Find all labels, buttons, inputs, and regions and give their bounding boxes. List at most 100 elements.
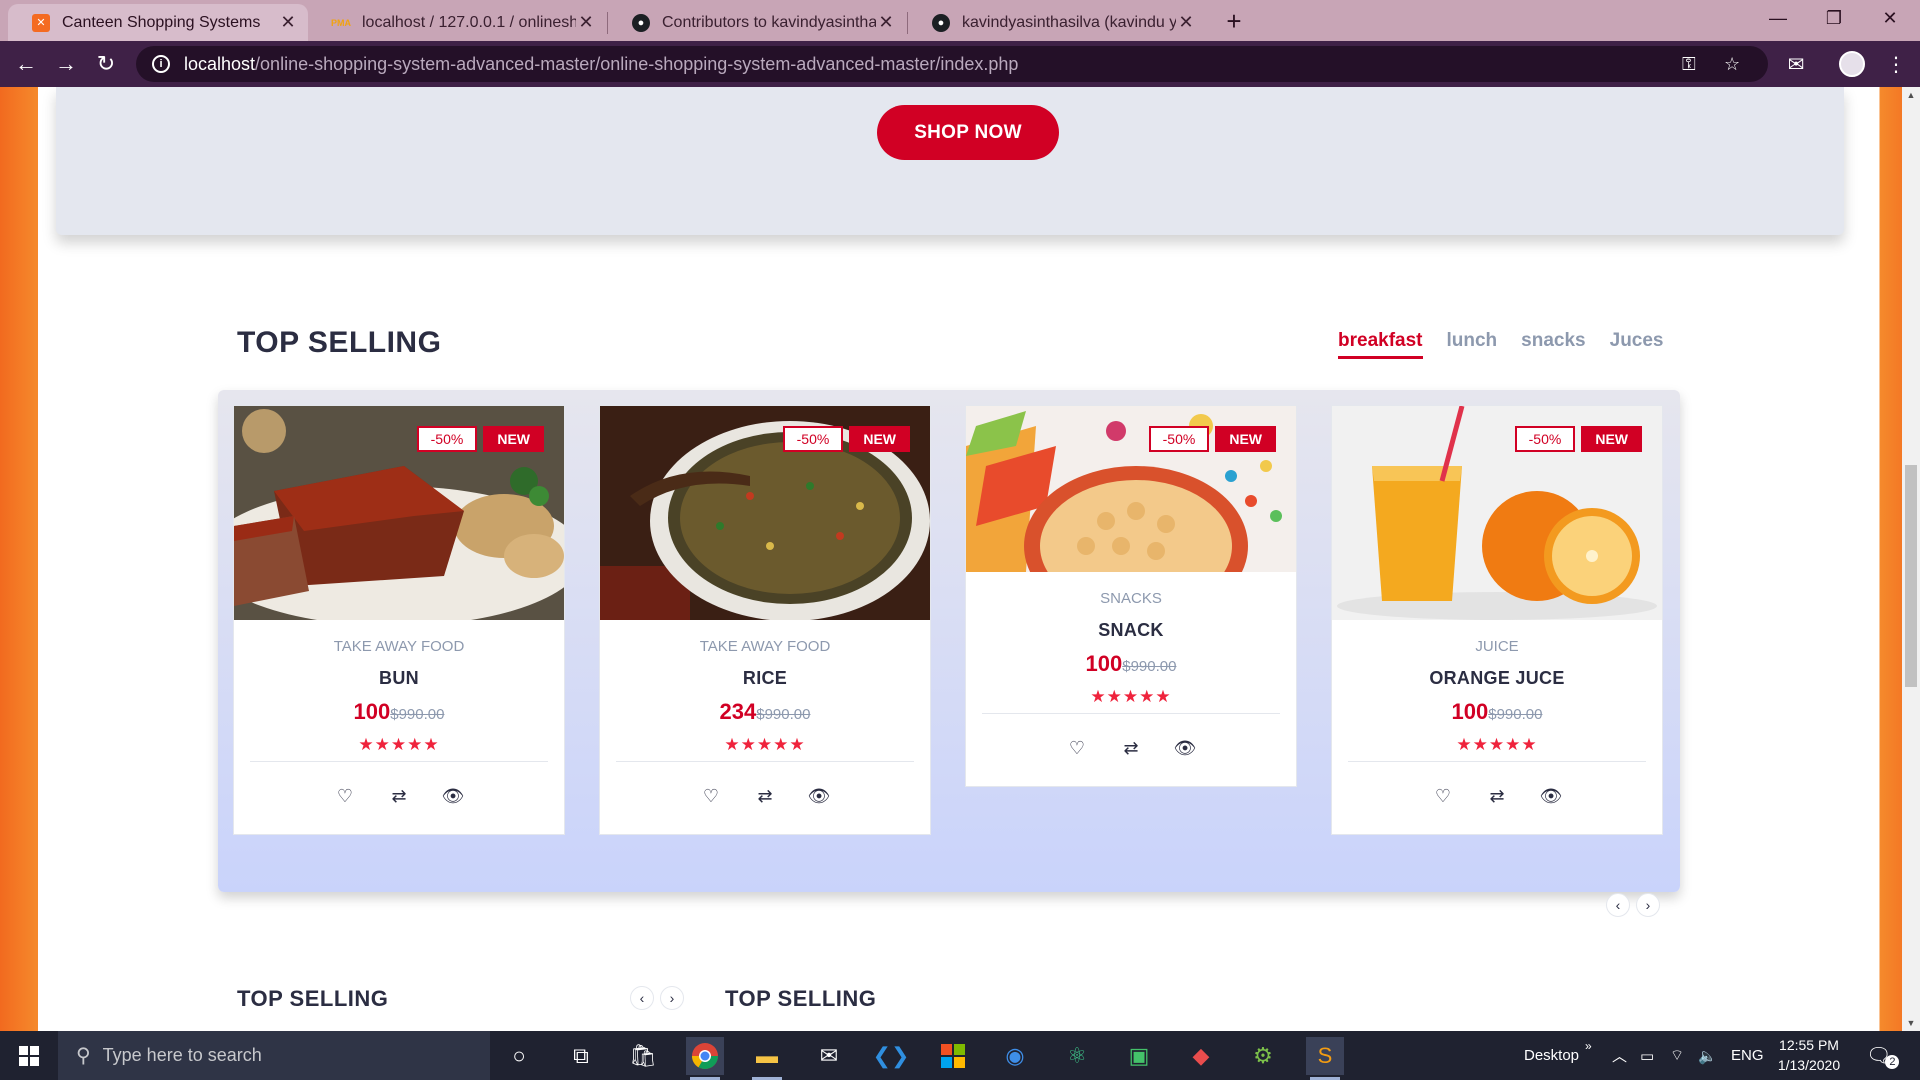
product-price: 234$990.00 bbox=[616, 699, 914, 725]
terminal-app-icon[interactable]: ▣ bbox=[1120, 1037, 1158, 1075]
minimize-icon[interactable]: — bbox=[1750, 0, 1806, 36]
price-old: $990.00 bbox=[1488, 706, 1543, 723]
tab-snacks[interactable]: snacks bbox=[1521, 330, 1585, 359]
price-old: $990.00 bbox=[390, 706, 445, 723]
product-card[interactable]: -50% NEW TAKE AWAY FOOD RICE 234$990.00 … bbox=[600, 406, 930, 834]
mail-icon[interactable]: ✉ bbox=[810, 1037, 848, 1075]
shop-now-button[interactable]: SHOP NOW bbox=[877, 105, 1059, 160]
notification-center-icon[interactable]: 🗨 2 bbox=[1866, 1031, 1900, 1080]
close-tab-icon[interactable]: ✕ bbox=[278, 12, 298, 33]
compare-arrows-icon[interactable]: ⇄ bbox=[387, 784, 411, 808]
site-info-icon[interactable]: i bbox=[152, 55, 170, 73]
eye-icon[interactable]: 👁 bbox=[1173, 736, 1197, 760]
key-icon[interactable]: ⚿ bbox=[1682, 46, 1696, 82]
chevron-left-icon[interactable]: ‹ bbox=[630, 986, 654, 1010]
product-card[interactable]: -50% NEW SNACKS SNACK 100$990.00 ★★★★★ ♡… bbox=[966, 406, 1296, 786]
product-labels: -50% NEW bbox=[1148, 426, 1276, 452]
clock[interactable]: 12:55 PM 1/13/2020 bbox=[1768, 1035, 1850, 1075]
tab-github-contributors[interactable]: ● Contributors to kavindyasinthasilva ✕ bbox=[608, 4, 906, 41]
chrome-icon[interactable] bbox=[686, 1037, 724, 1080]
language-indicator[interactable]: ENG bbox=[1731, 1031, 1764, 1080]
atom-icon[interactable]: ⚛ bbox=[1058, 1037, 1096, 1075]
tab-github-profile[interactable]: ● kavindyasinthasilva (kavindu yasi ✕ bbox=[908, 4, 1206, 41]
url-path: /online-shopping-system-advanced-master/… bbox=[255, 53, 1019, 74]
section-title: TOP SELLING bbox=[237, 326, 442, 359]
close-window-icon[interactable]: ✕ bbox=[1862, 0, 1918, 36]
forward-arrow-icon[interactable]: → bbox=[50, 48, 82, 80]
close-tab-icon[interactable]: ✕ bbox=[876, 12, 896, 33]
firefox-icon[interactable]: ◉ bbox=[996, 1037, 1034, 1075]
bookmark-star-icon[interactable]: ☆ bbox=[1724, 46, 1740, 82]
product-name[interactable]: RICE bbox=[616, 668, 914, 689]
close-tab-icon[interactable]: ✕ bbox=[576, 12, 596, 33]
git-app-icon[interactable]: ◆ bbox=[1182, 1037, 1220, 1075]
browser-tab-bar: ✕ Canteen Shopping Systems ✕ PMA localho… bbox=[0, 0, 1920, 41]
sale-badge: -50% bbox=[416, 426, 478, 452]
desktop-toolbar-label[interactable]: Desktop » bbox=[1524, 1031, 1592, 1080]
clock-time: 12:55 PM bbox=[1779, 1037, 1839, 1053]
compare-arrows-icon[interactable]: ⇄ bbox=[753, 784, 777, 808]
heart-icon[interactable]: ♡ bbox=[699, 784, 723, 808]
reload-icon[interactable]: ↻ bbox=[90, 48, 122, 80]
product-image[interactable]: -50% NEW bbox=[966, 406, 1296, 572]
close-tab-icon[interactable]: ✕ bbox=[1176, 12, 1196, 33]
chevron-right-icon[interactable]: › bbox=[660, 986, 684, 1010]
mail-extension-icon[interactable]: ✉ bbox=[1780, 48, 1812, 80]
vscode-icon[interactable]: ❮❯ bbox=[872, 1037, 910, 1075]
profile-avatar[interactable] bbox=[1836, 48, 1868, 80]
product-image[interactable]: -50% NEW bbox=[1332, 406, 1662, 620]
eye-icon[interactable]: 👁 bbox=[807, 784, 831, 808]
restore-icon[interactable]: ❐ bbox=[1806, 0, 1862, 36]
tab-canteen-shopping[interactable]: ✕ Canteen Shopping Systems ✕ bbox=[8, 4, 308, 41]
tray-overflow-icon[interactable]: ︿ bbox=[1612, 1031, 1627, 1080]
tab-juces[interactable]: Juces bbox=[1610, 330, 1664, 359]
product-name[interactable]: BUN bbox=[250, 668, 548, 689]
product-card[interactable]: -50% NEW JUICE ORANGE JUCE 100$990.00 ★★… bbox=[1332, 406, 1662, 834]
github-icon: ● bbox=[932, 13, 950, 32]
product-actions: ♡ ⇄ 👁 bbox=[600, 762, 930, 834]
menu-kebab-icon[interactable]: ⋮ bbox=[1880, 48, 1912, 80]
hero-banner: SHOP NOW bbox=[56, 87, 1844, 235]
sublime-text-icon[interactable]: S bbox=[1306, 1037, 1344, 1080]
heart-icon[interactable]: ♡ bbox=[1431, 784, 1455, 808]
file-explorer-icon[interactable]: ▬ bbox=[748, 1037, 786, 1080]
heart-icon[interactable]: ♡ bbox=[1065, 736, 1089, 760]
office-icon[interactable] bbox=[934, 1037, 972, 1075]
search-placeholder: Type here to search bbox=[102, 1045, 262, 1065]
eye-icon[interactable]: 👁 bbox=[441, 784, 465, 808]
scroll-down-arrow-icon[interactable]: ▼ bbox=[1902, 1015, 1920, 1031]
store-icon[interactable]: 🛍 bbox=[624, 1037, 662, 1075]
tab-breakfast[interactable]: breakfast bbox=[1338, 330, 1423, 359]
volume-icon[interactable]: 🔈 bbox=[1698, 1031, 1717, 1080]
chevron-left-icon[interactable]: ‹ bbox=[1606, 893, 1630, 917]
wifi-icon[interactable]: ⌔ bbox=[1670, 1031, 1684, 1080]
heart-icon[interactable]: ♡ bbox=[333, 784, 357, 808]
address-bar[interactable]: i localhost/online-shopping-system-advan… bbox=[136, 46, 1768, 82]
compare-arrows-icon[interactable]: ⇄ bbox=[1119, 736, 1143, 760]
windows-start-button[interactable] bbox=[0, 1031, 58, 1080]
scrollbar-thumb[interactable] bbox=[1905, 465, 1917, 687]
product-category: TAKE AWAY FOOD bbox=[699, 638, 831, 655]
page-scrollbar[interactable]: ▲ ▼ bbox=[1902, 87, 1920, 1031]
chevron-right-icon[interactable]: › bbox=[1636, 893, 1660, 917]
product-image[interactable]: -50% NEW bbox=[234, 406, 564, 620]
battery-icon[interactable]: ▭ bbox=[1640, 1031, 1654, 1080]
product-name[interactable]: ORANGE JUCE bbox=[1348, 668, 1646, 689]
product-image[interactable]: -50% NEW bbox=[600, 406, 930, 620]
tab-phpmyadmin[interactable]: PMA localhost / 127.0.0.1 / onlineshop ✕ bbox=[308, 4, 606, 41]
eye-icon[interactable]: 👁 bbox=[1539, 784, 1563, 808]
scroll-up-arrow-icon[interactable]: ▲ bbox=[1902, 87, 1920, 103]
new-tab-button[interactable]: + bbox=[1218, 5, 1250, 37]
task-view-icon[interactable]: ⧉ bbox=[562, 1037, 600, 1075]
taskbar-search-input[interactable]: ⚲ Type here to search bbox=[58, 1031, 490, 1080]
tab-lunch[interactable]: lunch bbox=[1447, 330, 1498, 359]
product-name[interactable]: SNACK bbox=[982, 620, 1280, 641]
category-tabs: breakfast lunch snacks Juces bbox=[1338, 330, 1664, 359]
cortana-circle-icon[interactable]: ○ bbox=[500, 1037, 538, 1075]
product-body: TAKE AWAY FOOD RICE 234$990.00 ★★★★★ bbox=[600, 620, 930, 762]
compare-arrows-icon[interactable]: ⇄ bbox=[1485, 784, 1509, 808]
android-studio-icon[interactable]: ⚙ bbox=[1244, 1037, 1282, 1075]
back-arrow-icon[interactable]: ← bbox=[10, 48, 42, 80]
product-actions: ♡ ⇄ 👁 bbox=[234, 762, 564, 834]
product-card[interactable]: -50% NEW TAKE AWAY FOOD BUN 100$990.00 ★… bbox=[234, 406, 564, 834]
